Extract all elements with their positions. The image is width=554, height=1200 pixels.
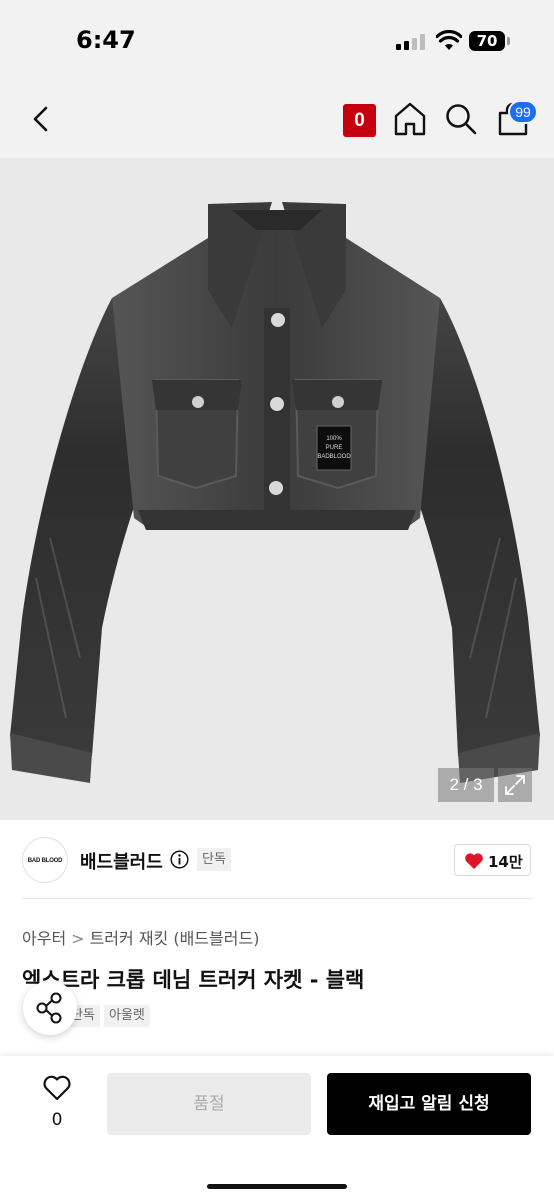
nav-bar: 0: [0, 80, 554, 158]
chevron-left-icon[interactable]: [22, 100, 60, 138]
breadcrumb-item-trucker-jacket[interactable]: 트러커 재킷 (배드블러드): [90, 929, 260, 948]
share-icon: [36, 992, 62, 1024]
divider: [22, 898, 532, 899]
cellular-signal-icon: [396, 34, 426, 50]
brand-logo[interactable]: BAD BLOOD: [22, 837, 68, 883]
svg-text:BADBLOOD: BADBLOOD: [317, 454, 351, 460]
breadcrumb-separator: >: [71, 929, 85, 948]
product-image[interactable]: 100% PURE BADBLOOD: [0, 158, 554, 820]
wishlist-count: 0: [51, 1110, 63, 1130]
brand-logo-badge[interactable]: 0: [343, 104, 376, 137]
wishlist-button[interactable]: 0: [34, 1072, 80, 1134]
battery-tip: [507, 37, 510, 45]
battery-level: 70: [476, 32, 498, 50]
cart-count-badge: 99: [508, 100, 538, 124]
heart-icon: [465, 853, 483, 869]
heart-outline-icon: [43, 1075, 71, 1101]
home-icon[interactable]: [393, 101, 427, 137]
breadcrumb-item-outer[interactable]: 아우터: [22, 929, 66, 948]
status-time: 6:47: [76, 26, 136, 54]
image-page-counter: 2 / 3: [438, 768, 494, 802]
exclusive-tag: 단독: [197, 848, 231, 871]
search-icon[interactable]: [444, 102, 478, 136]
svg-text:PURE: PURE: [326, 445, 343, 451]
info-icon[interactable]: [170, 850, 189, 869]
share-button[interactable]: [23, 981, 77, 1035]
expand-icon[interactable]: [498, 768, 532, 802]
bottom-action-bar: 0 품절 재입고 알림 신청: [0, 1056, 554, 1200]
denim-jacket-image: 100% PURE BADBLOOD: [10, 202, 540, 783]
brand-name[interactable]: 배드블러드: [80, 848, 163, 874]
breadcrumb: 아우터 > 트러커 재킷 (배드블러드): [22, 925, 259, 949]
battery-indicator: 70: [469, 31, 505, 51]
like-button[interactable]: 14만: [454, 844, 531, 876]
wifi-icon: [436, 30, 462, 50]
restock-alert-button[interactable]: 재입고 알림 신청: [327, 1073, 531, 1135]
soldout-button[interactable]: 품절: [107, 1073, 311, 1135]
status-bar: 6:47 70: [0, 0, 554, 80]
like-count: 14만: [488, 853, 523, 871]
tag-outlet: 아울렛: [104, 1005, 150, 1027]
svg-text:100%: 100%: [326, 436, 342, 442]
home-indicator: [207, 1184, 347, 1189]
